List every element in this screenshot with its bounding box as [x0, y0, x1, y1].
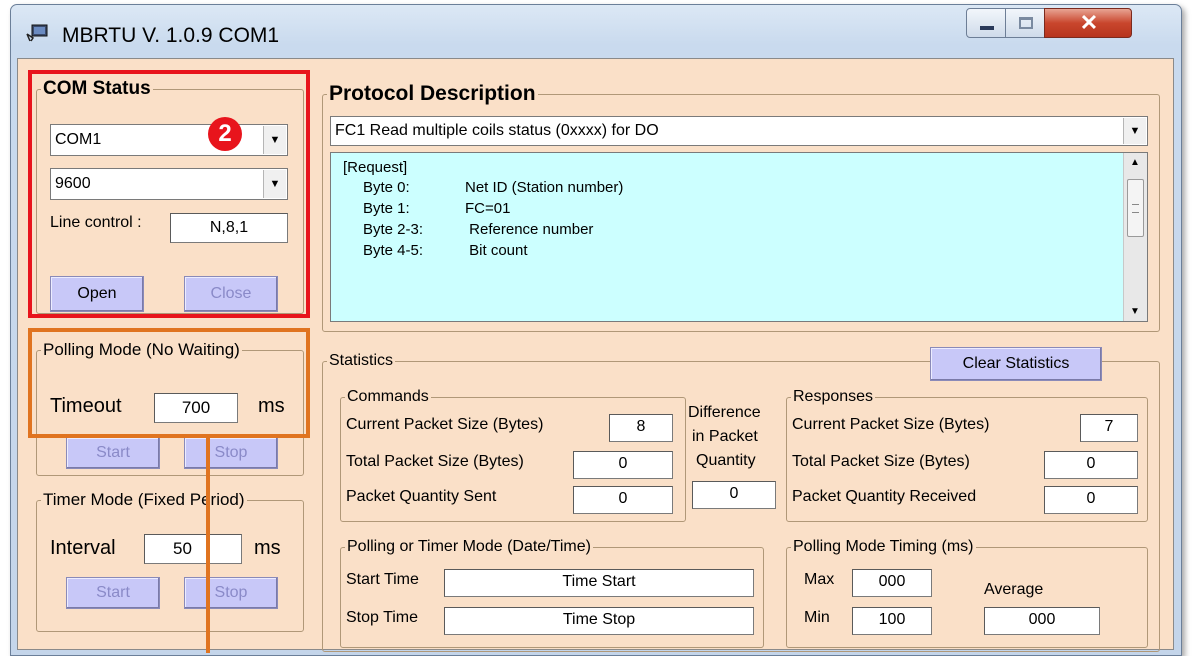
annotation-line-orange — [206, 438, 210, 653]
description-line-key: Byte 2-3: — [363, 221, 424, 238]
min-field: 100 — [852, 607, 932, 635]
timing-legend: Polling Mode Timing (ms) — [793, 538, 974, 555]
cmd-total-label: Total Packet Size (Bytes) — [346, 453, 524, 470]
description-line-value: Bit count — [465, 242, 528, 259]
stop-time-label: Stop Time — [346, 609, 419, 626]
difference-label-3: Quantity — [696, 452, 756, 469]
max-field: 000 — [852, 569, 932, 597]
protocol-legend: Protocol Description — [329, 82, 536, 105]
responses-legend: Responses — [793, 388, 874, 405]
difference-label-1: Difference — [688, 404, 761, 421]
window-title: MBRTU V. 1.0.9 COM1 — [62, 24, 280, 47]
description-line-key: Byte 0: — [363, 179, 410, 196]
scroll-thumb[interactable] — [1127, 179, 1144, 237]
average-field: 000 — [984, 607, 1100, 635]
minimize-icon — [980, 26, 994, 30]
timer-stop-button[interactable]: Stop — [184, 577, 278, 609]
rsp-quantity-field: 0 — [1044, 486, 1138, 514]
function-code-value: FC1 Read multiple coils status (0xxxx) f… — [335, 122, 659, 139]
cmd-total-field: 0 — [573, 451, 673, 479]
start-time-label: Start Time — [346, 571, 419, 588]
chevron-down-icon[interactable]: ▼ — [1123, 118, 1146, 144]
function-code-select[interactable]: FC1 Read multiple coils status (0xxxx) f… — [330, 116, 1148, 146]
description-header: [Request] — [343, 159, 408, 176]
polling-start-button[interactable]: Start — [66, 437, 160, 469]
rsp-total-field: 0 — [1044, 451, 1138, 479]
rsp-current-label: Current Packet Size (Bytes) — [792, 416, 990, 433]
clear-statistics-button[interactable]: Clear Statistics — [930, 347, 1102, 381]
close-icon: ✕ — [1079, 10, 1099, 35]
maximize-button[interactable] — [1005, 8, 1045, 38]
stop-time-field: Time Stop — [444, 607, 754, 635]
interval-unit: ms — [254, 537, 281, 559]
polling-stop-button[interactable]: Stop — [184, 437, 278, 469]
average-label: Average — [984, 581, 1044, 598]
rsp-total-label: Total Packet Size (Bytes) — [792, 453, 970, 470]
interval-field[interactable]: 50 — [144, 534, 242, 564]
annotation-box-orange — [28, 328, 310, 438]
scrollbar[interactable]: ▲ ▼ — [1123, 153, 1147, 321]
interval-label: Interval — [50, 537, 116, 559]
interval-value: 50 — [173, 539, 192, 558]
cmd-current-field: 8 — [609, 414, 673, 442]
description-line-value: Reference number — [465, 221, 594, 238]
date-time-legend: Polling or Timer Mode (Date/Time) — [347, 538, 591, 555]
maximize-icon — [1019, 17, 1033, 29]
scroll-down-icon[interactable]: ▼ — [1130, 306, 1140, 317]
close-button[interactable]: ✕ — [1044, 8, 1132, 38]
step-badge: 2 — [208, 117, 242, 151]
protocol-description-text[interactable]: [Request] Byte 0: Net ID (Station number… — [330, 152, 1148, 322]
difference-field: 0 — [692, 481, 776, 509]
timer-start-button[interactable]: Start — [66, 577, 160, 609]
scroll-up-icon[interactable]: ▲ — [1130, 157, 1140, 168]
timer-mode-legend: Timer Mode (Fixed Period) — [43, 490, 245, 509]
description-line-value: Net ID (Station number) — [465, 179, 624, 196]
description-line-value: FC=01 — [465, 200, 511, 217]
statistics-legend: Statistics — [329, 352, 394, 369]
cmd-quantity-field: 0 — [573, 486, 673, 514]
cmd-current-label: Current Packet Size (Bytes) — [346, 416, 544, 433]
rsp-quantity-label: Packet Quantity Received — [792, 488, 977, 505]
annotation-box-red — [28, 70, 310, 318]
description-line-key: Byte 4-5: — [363, 242, 424, 259]
start-time-field: Time Start — [444, 569, 754, 597]
minimize-button[interactable] — [966, 8, 1006, 38]
max-label: Max — [804, 571, 835, 588]
cmd-quantity-label: Packet Quantity Sent — [346, 488, 497, 505]
difference-label-2: in Packet — [692, 428, 758, 445]
description-line-key: Byte 1: — [363, 200, 410, 217]
commands-legend: Commands — [347, 388, 429, 405]
app-icon — [26, 24, 48, 42]
min-label: Min — [804, 609, 830, 626]
rsp-current-field: 7 — [1080, 414, 1138, 442]
